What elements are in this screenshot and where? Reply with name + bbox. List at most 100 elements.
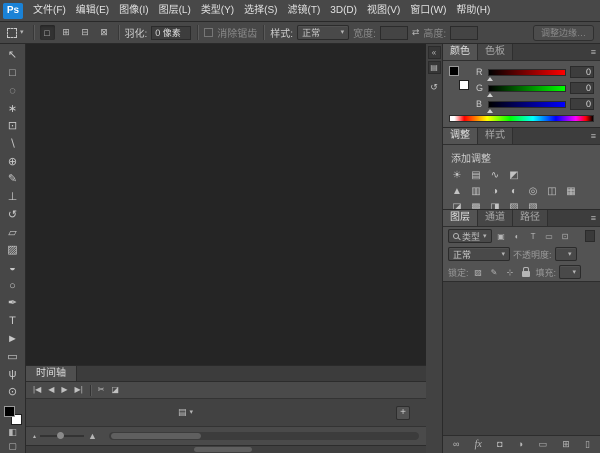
menu-layer[interactable]: 图层(L) [154,0,196,21]
filter-type-layers-icon[interactable]: T [527,230,540,243]
expand-dock-button[interactable]: « [428,46,441,59]
hue-saturation-icon[interactable]: ▥ [468,184,484,198]
slider-marker[interactable] [487,93,493,97]
posterize-icon[interactable]: ▩ [468,200,484,210]
quick-mask-button[interactable]: ◧ [2,425,24,439]
brightness-contrast-icon[interactable]: ☀ [449,168,465,182]
lock-position-icon[interactable]: ⊹ [504,266,517,279]
track-options-dropdown[interactable]: ▤ ▾ [178,407,193,418]
intersect-selection-button[interactable]: ⊠ [97,25,112,40]
zoom-in-icon[interactable]: ▲ [88,431,97,441]
screen-mode-button[interactable]: ▢ [2,439,24,453]
tab-adjustments[interactable]: 调整 [443,128,478,144]
timeline-zoom-slider[interactable] [40,435,84,437]
subtract-from-selection-button[interactable]: ⊟ [78,25,93,40]
foreground-color-swatch[interactable] [4,406,15,417]
eraser-tool-button[interactable]: ▱ [2,224,24,242]
fill-dropdown[interactable]: ▾ [559,265,581,279]
new-layer-button[interactable]: ⊞ [562,440,570,449]
collapsed-properties-panel-button[interactable]: ▤ [428,61,441,74]
color-spectrum-bar[interactable] [449,115,594,122]
window-bottom-scrollbar[interactable] [26,445,426,453]
new-group-button[interactable]: ▭ [538,440,547,449]
opacity-dropdown[interactable]: ▾ [555,247,577,261]
quick-selection-tool-button[interactable]: ∗ [2,100,24,118]
pen-tool-button[interactable]: ✒ [2,295,24,313]
panel-menu-icon[interactable]: ≡ [591,131,596,141]
filter-shape-layers-icon[interactable]: ▭ [543,230,556,243]
lock-image-pixels-icon[interactable]: ✎ [488,266,501,279]
tab-layers[interactable]: 图层 [443,210,478,226]
color-mini-swatches[interactable] [449,66,469,90]
tab-color[interactable]: 颜色 [443,44,478,60]
delete-layer-button[interactable]: ▯ [585,440,590,449]
collapsed-history-panel-button[interactable]: ↺ [430,82,438,93]
link-layers-button[interactable]: ∞ [453,440,459,449]
shape-tool-button[interactable]: ▭ [2,348,24,366]
menu-window[interactable]: 窗口(W) [405,0,451,21]
tab-styles[interactable]: 样式 [478,128,513,144]
gradient-tool-button[interactable]: ▨ [2,242,24,260]
canvas[interactable] [26,44,426,365]
filter-type-dropdown[interactable]: 类型 ▾ [448,229,492,243]
eyedropper-tool-button[interactable]: ∖ [2,136,24,154]
filter-pixel-layers-icon[interactable]: ▣ [495,230,508,243]
scrollbar-thumb[interactable] [194,447,252,452]
previous-frame-button[interactable]: ◀ [48,386,54,394]
color-lookup-icon[interactable]: ▦ [563,184,579,198]
curves-icon[interactable]: ∿ [487,168,503,182]
type-tool-button[interactable]: T [2,313,24,331]
green-channel-value[interactable]: 0 [570,82,594,94]
style-dropdown[interactable]: 正常 ▾ [297,25,349,40]
panel-menu-icon[interactable]: ≡ [591,47,596,57]
blur-tool-button[interactable]: ◒ [2,260,24,278]
green-channel-slider[interactable] [488,85,566,92]
height-input[interactable] [450,26,478,40]
zoom-slider-knob[interactable] [57,432,64,439]
tab-paths[interactable]: 路径 [513,210,548,226]
menu-3d[interactable]: 3D(D) [325,0,362,21]
new-adjustment-layer-button[interactable]: ◑ [518,440,523,449]
blue-channel-slider[interactable] [488,101,566,108]
new-selection-button[interactable]: □ [40,25,55,40]
threshold-icon[interactable]: ◨ [487,200,503,210]
antialias-checkbox[interactable] [204,28,213,37]
black-white-icon[interactable]: ◐ [506,184,522,198]
spot-healing-brush-tool-button[interactable]: ⊕ [2,153,24,171]
slider-marker[interactable] [487,109,493,113]
tab-channels[interactable]: 通道 [478,210,513,226]
menu-image[interactable]: 图像(I) [114,0,153,21]
transition-button[interactable]: ◪ [111,386,119,394]
exposure-icon[interactable]: ◩ [506,168,522,182]
red-channel-slider[interactable] [488,69,566,76]
menu-type[interactable]: 类型(Y) [196,0,239,21]
menu-view[interactable]: 视图(V) [362,0,405,21]
first-frame-button[interactable]: |◀ [33,386,41,394]
blend-mode-dropdown[interactable]: 正常 ▾ [448,247,510,261]
foreground-color-swatch[interactable] [449,66,459,76]
menu-select[interactable]: 选择(S) [239,0,282,21]
background-color-swatch[interactable] [459,80,469,90]
panel-menu-icon[interactable]: ≡ [591,213,596,223]
rectangular-marquee-tool-button[interactable]: □ [2,65,24,83]
clone-stamp-tool-button[interactable]: ⊥ [2,189,24,207]
split-clip-button[interactable]: ✂ [98,386,105,394]
width-input[interactable] [380,26,408,40]
lock-all-icon[interactable] [520,266,533,279]
tool-preset-dropdown[interactable]: ▾ [4,26,27,40]
next-frame-button[interactable]: ▶| [75,386,83,394]
brush-tool-button[interactable]: ✎ [2,171,24,189]
slider-marker[interactable] [487,77,493,81]
photo-filter-icon[interactable]: ◎ [525,184,541,198]
zoom-out-icon[interactable]: ▴ [33,433,36,440]
crop-tool-button[interactable]: ⊡ [2,118,24,136]
layer-styles-button[interactable]: fx [475,440,482,450]
foreground-background-swatches[interactable] [4,406,22,425]
timeline-scrollbar[interactable] [109,432,419,440]
menu-edit[interactable]: 编辑(E) [71,0,114,21]
menu-filter[interactable]: 滤镜(T) [283,0,326,21]
add-media-button[interactable]: + [396,406,410,420]
refine-edge-button[interactable]: 调整边缘… [533,25,594,41]
filter-smart-objects-icon[interactable]: ⊡ [559,230,572,243]
hand-tool-button[interactable]: ψ [2,366,24,384]
